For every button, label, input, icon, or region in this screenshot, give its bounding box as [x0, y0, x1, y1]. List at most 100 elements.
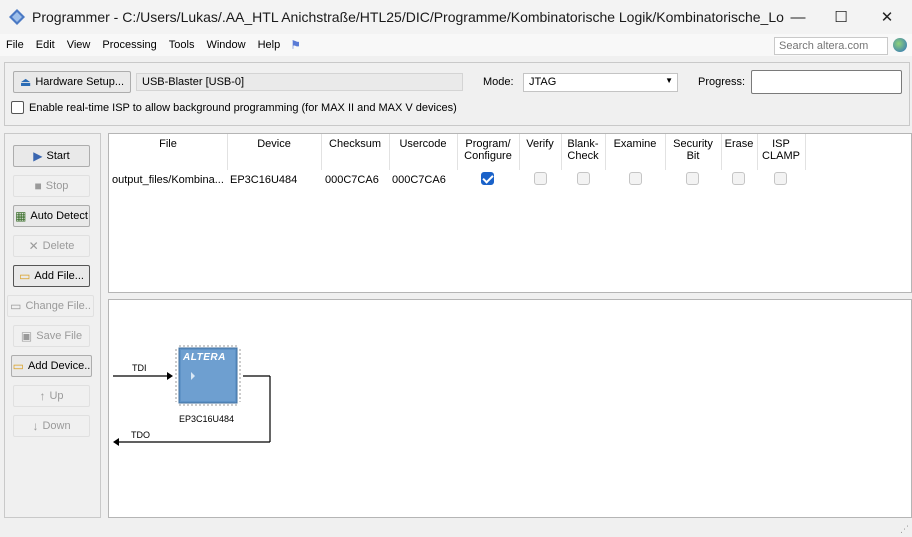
jtag-chain-wires	[113, 345, 271, 446]
progress-label: Progress:	[698, 76, 746, 88]
add-device-button[interactable]: ▭ Add Device..	[11, 355, 92, 377]
down-label: Down	[42, 420, 71, 432]
auto-detect-label: Auto Detect	[30, 210, 88, 222]
menu-view[interactable]: View	[61, 39, 97, 51]
security-bit-checkbox[interactable]	[686, 172, 699, 185]
delete-button[interactable]: ✕ Delete	[13, 235, 90, 257]
save-file-button[interactable]: ▣ Save File	[13, 325, 90, 347]
resize-grip-icon[interactable]: ⋰	[900, 524, 909, 535]
menu-processing[interactable]: Processing	[96, 39, 162, 51]
change-file-icon: ▭	[10, 299, 22, 313]
search-input[interactable]	[774, 37, 888, 55]
row-device[interactable]: EP3C16U484	[230, 174, 297, 186]
tdi-label: TDI	[132, 363, 147, 373]
chevron-down-icon: ▼	[665, 76, 673, 85]
header-verify[interactable]: Verify	[519, 138, 561, 150]
window-title: Programmer - C:/Users/Lukas/.AA_HTL Anic…	[32, 9, 784, 25]
device-chip[interactable]	[175, 345, 241, 407]
progress-bar	[751, 70, 902, 94]
up-button[interactable]: ↑ Up	[13, 385, 90, 407]
header-program-configure[interactable]: Program/ Configure	[457, 138, 519, 162]
blank-check-checkbox[interactable]	[577, 172, 590, 185]
program-checkbox[interactable]	[481, 172, 494, 185]
header-blank-check[interactable]: Blank- Check	[561, 138, 605, 162]
stop-label: Stop	[45, 180, 69, 192]
header-blank-line1: Blank-	[567, 138, 599, 150]
arrow-up-icon: ↑	[39, 389, 46, 403]
hardware-setup-button[interactable]: ⏏ Hardware Setup...	[13, 71, 131, 93]
header-security-bit[interactable]: Security Bit	[665, 138, 721, 162]
verify-checkbox[interactable]	[534, 172, 547, 185]
examine-checkbox[interactable]	[629, 172, 642, 185]
auto-detect-icon: ▦	[15, 209, 27, 223]
header-program-line1: Program/	[465, 138, 511, 150]
row-usercode: 000C7CA6	[392, 174, 446, 186]
menu-edit[interactable]: Edit	[30, 39, 61, 51]
add-device-label: Add Device..	[27, 360, 91, 372]
auto-detect-button[interactable]: ▦ Auto Detect	[13, 205, 90, 227]
header-program-line2: Configure	[464, 150, 512, 162]
save-file-label: Save File	[36, 330, 83, 342]
hardware-setup-label: Hardware Setup...	[35, 76, 124, 88]
menu-tools[interactable]: Tools	[163, 39, 201, 51]
arrow-down-icon: ↓	[32, 419, 39, 433]
whats-new-icon[interactable]: ⚑	[290, 38, 301, 52]
programming-table: File Device Checksum Usercode Program/ C…	[108, 133, 912, 293]
header-device[interactable]: Device	[227, 138, 321, 150]
header-isp-line2: CLAMP	[762, 150, 800, 162]
erase-checkbox[interactable]	[732, 172, 745, 185]
delete-icon: ✕	[28, 239, 39, 253]
add-file-button[interactable]: ▭ Add File...	[13, 265, 90, 287]
jtag-chain-diagram: TDI TDO ALTERA EP3C16U484	[108, 299, 912, 518]
menu-help[interactable]: Help	[252, 39, 287, 51]
globe-icon[interactable]	[893, 38, 907, 52]
isp-checkbox[interactable]	[11, 101, 24, 114]
chip-name-label: EP3C16U484	[179, 414, 235, 424]
change-file-label: Change File..	[25, 300, 91, 312]
header-file[interactable]: File	[109, 138, 227, 150]
maximize-button[interactable]: ☐	[818, 0, 864, 34]
up-label: Up	[49, 390, 64, 402]
isp-clamp-checkbox[interactable]	[774, 172, 787, 185]
minimize-button[interactable]: —	[775, 0, 821, 34]
menu-file[interactable]: File	[0, 39, 30, 51]
delete-label: Delete	[42, 240, 75, 252]
menu-window[interactable]: Window	[200, 39, 251, 51]
mode-label: Mode:	[483, 76, 514, 88]
action-panel: ▶ Start ■ Stop ▦ Auto Detect ✕ Delete ▭ …	[4, 133, 101, 518]
row-checksum: 000C7CA6	[325, 174, 379, 186]
change-file-button[interactable]: ▭ Change File..	[7, 295, 94, 317]
status-bar: ⋰	[0, 521, 912, 537]
header-blank-line2: Check	[567, 150, 599, 162]
tdo-label: TDO	[131, 430, 150, 440]
header-erase[interactable]: Erase	[721, 138, 757, 150]
start-button[interactable]: ▶ Start	[13, 145, 90, 167]
add-device-icon: ▭	[12, 359, 24, 373]
mode-value: JTAG	[529, 76, 557, 88]
close-button[interactable]: ✕	[864, 0, 910, 34]
title-bar[interactable]: Programmer - C:/Users/Lukas/.AA_HTL Anic…	[0, 0, 912, 34]
hardware-panel: ⏏ Hardware Setup... USB-Blaster [USB-0] …	[4, 62, 910, 126]
mode-select[interactable]: JTAG ▼	[523, 73, 678, 92]
header-checksum[interactable]: Checksum	[321, 138, 389, 150]
stop-button[interactable]: ■ Stop	[13, 175, 90, 197]
isp-option[interactable]: Enable real-time ISP to allow background…	[11, 101, 457, 114]
header-examine[interactable]: Examine	[605, 138, 665, 150]
row-file[interactable]: output_files/Kombina...	[112, 174, 224, 186]
hardware-field: USB-Blaster [USB-0]	[136, 73, 463, 91]
start-icon: ▶	[33, 149, 43, 163]
add-file-label: Add File...	[34, 270, 84, 282]
header-security-line2: Bit	[686, 150, 700, 162]
header-isp-line1: ISP	[772, 138, 790, 150]
header-security-line1: Security	[673, 138, 713, 150]
save-icon: ▣	[20, 329, 33, 343]
header-isp-clamp[interactable]: ISP CLAMP	[757, 138, 805, 162]
down-button[interactable]: ↓ Down	[13, 415, 90, 437]
header-usercode[interactable]: Usercode	[389, 138, 457, 150]
hardware-icon: ⏏	[20, 75, 32, 89]
start-label: Start	[46, 150, 70, 162]
stop-icon: ■	[34, 179, 42, 193]
isp-label: Enable real-time ISP to allow background…	[29, 101, 457, 114]
folder-icon: ▭	[19, 269, 31, 283]
programmer-app-icon	[9, 9, 25, 25]
